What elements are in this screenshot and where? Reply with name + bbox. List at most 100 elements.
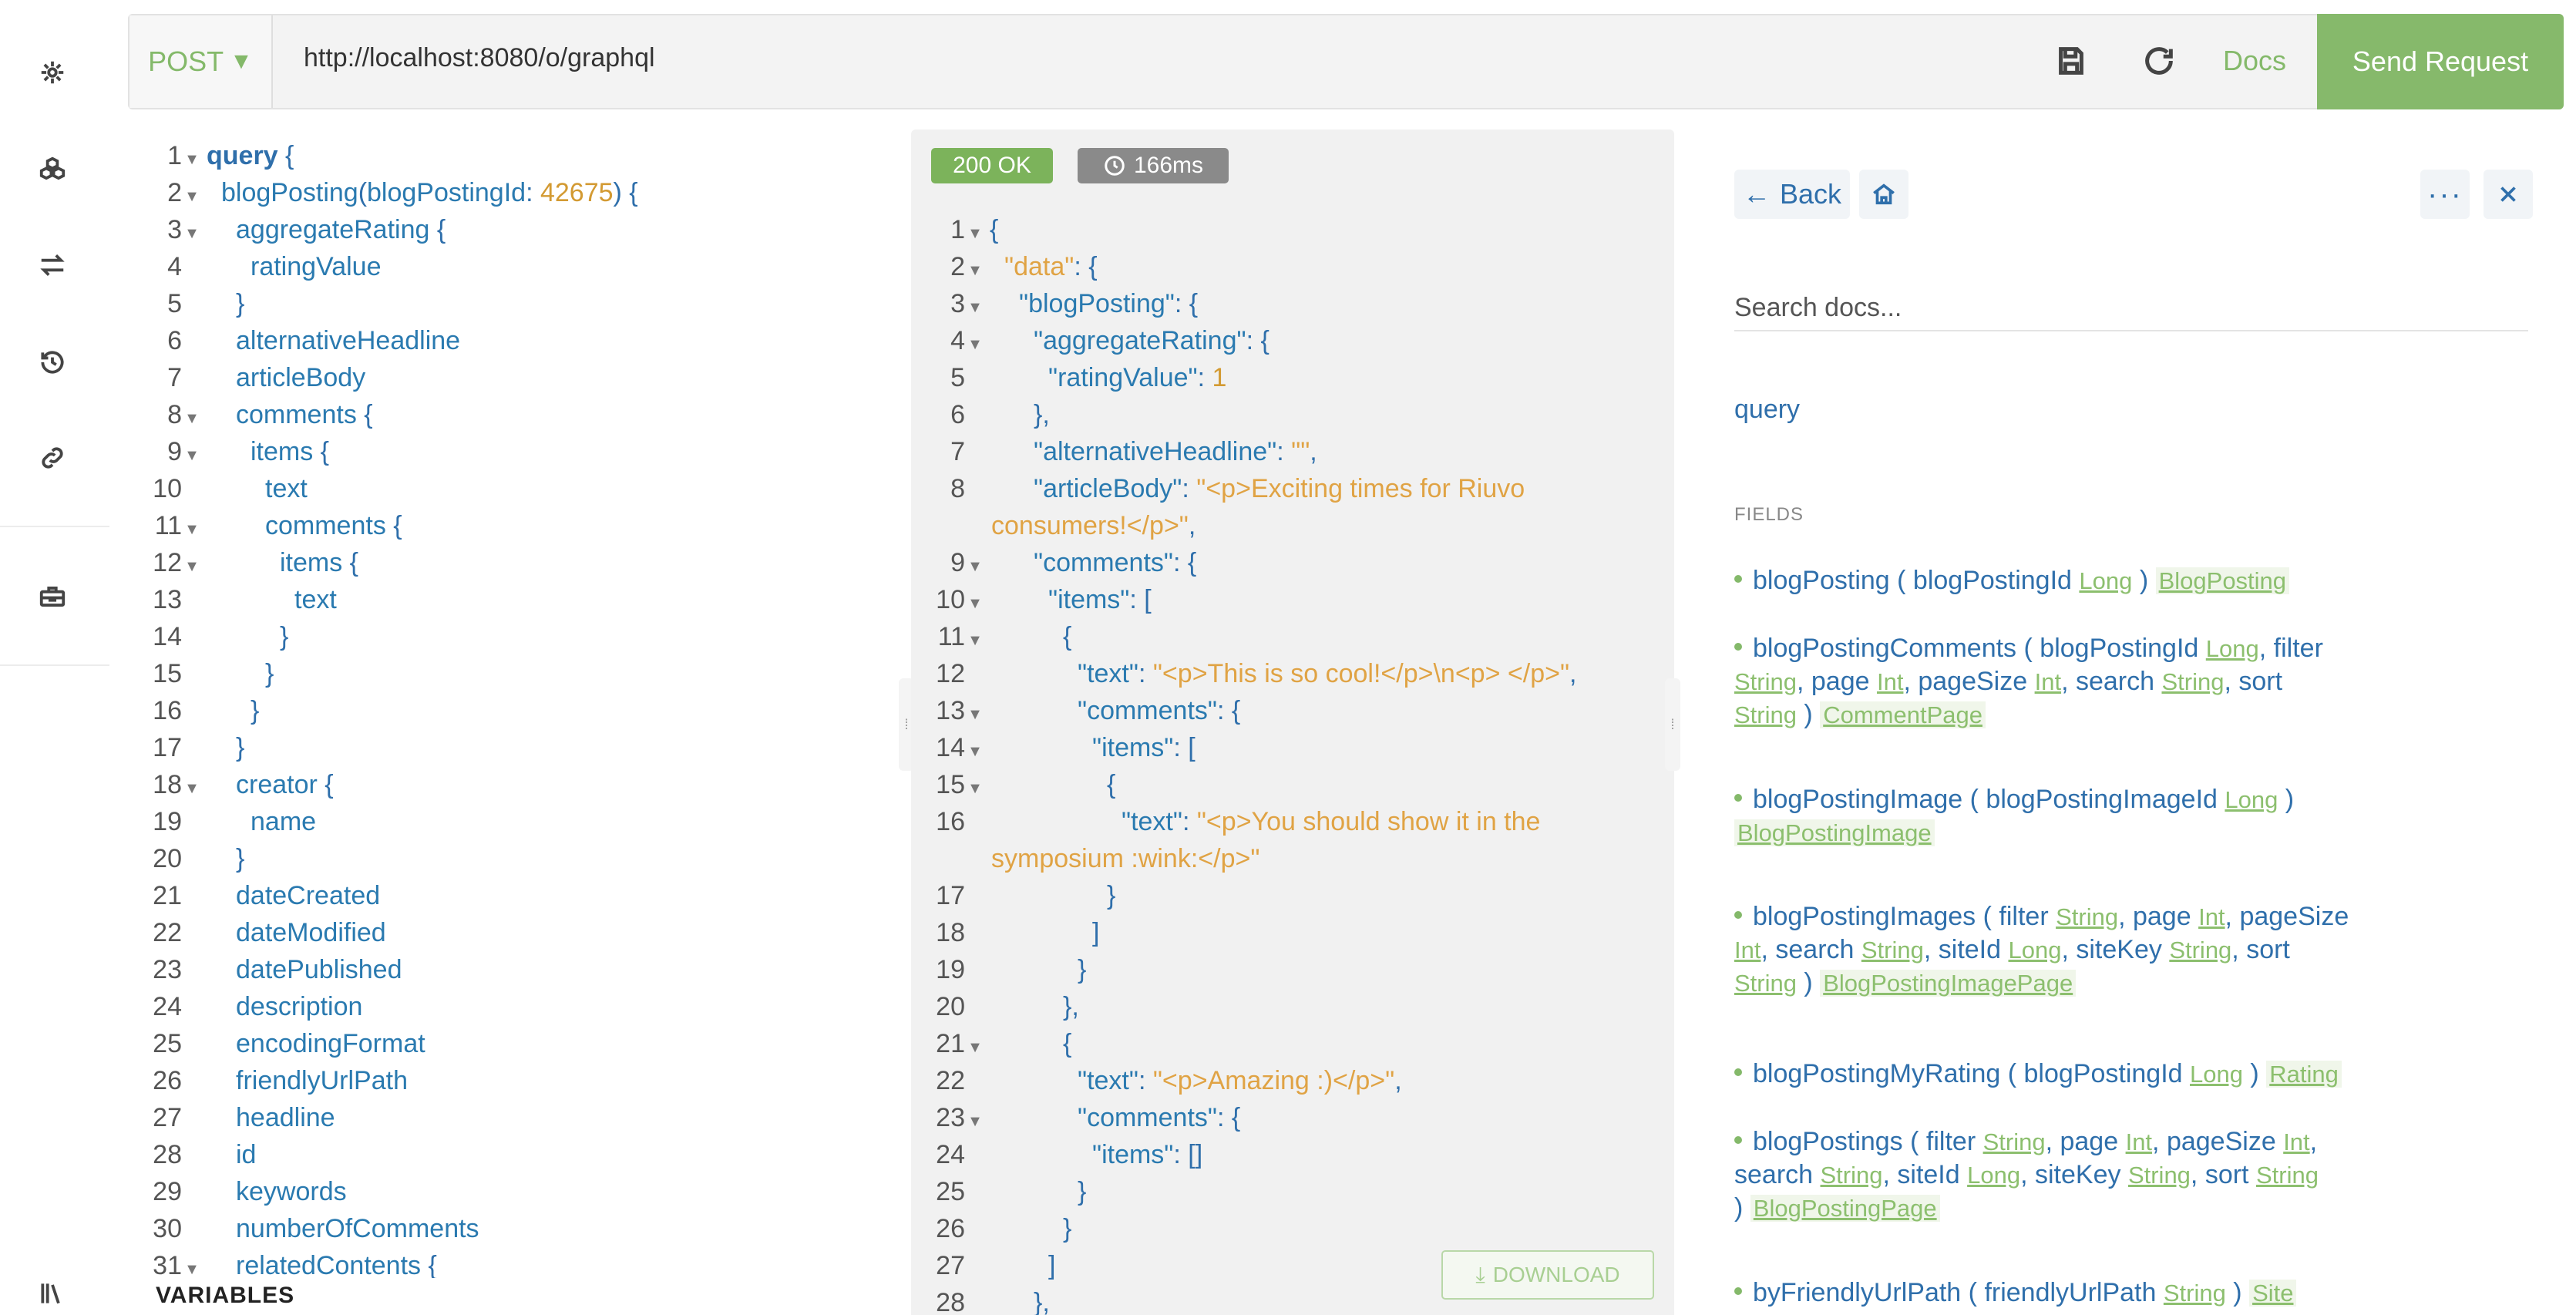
code-line[interactable]: consumers!</p>", [911, 507, 1674, 544]
code-line[interactable]: 14} [128, 618, 899, 655]
field-type[interactable]: String [2128, 1162, 2191, 1189]
field-name[interactable]: blogPostings [1753, 1127, 1903, 1156]
field-type[interactable]: String [1734, 701, 1797, 728]
code-line[interactable]: 20}, [911, 988, 1674, 1025]
home-button[interactable] [1859, 170, 1908, 219]
docs-field-item[interactable]: blogPostingImages ( filter String, page … [1734, 900, 2551, 1000]
fold-caret-icon[interactable]: ▼ [965, 585, 985, 622]
code-line[interactable]: 3 ▼ aggregateRating { [128, 211, 899, 248]
field-name[interactable]: blogPostingComments [1753, 634, 2016, 663]
field-type[interactable]: String [1734, 668, 1797, 695]
code-line[interactable]: 12 "text": "<p>This is so cool!</p>\n<p> … [911, 655, 1674, 692]
code-line[interactable]: 21 dateCreated [128, 877, 899, 914]
save-icon[interactable] [2053, 43, 2090, 80]
query-editor[interactable]: 1 ▼ query {2 ▼ blogPosting(blogPostingId: 42… [128, 137, 899, 1278]
code-line[interactable]: 6}, [911, 396, 1674, 433]
field-return-type[interactable]: Site [2249, 1280, 2297, 1307]
field-type[interactable]: Long [2206, 635, 2259, 662]
field-return-type[interactable]: BlogPostingImage [1734, 819, 1935, 846]
docs-breadcrumb-query[interactable]: query [1734, 395, 1800, 425]
code-line[interactable]: 26} [911, 1210, 1674, 1247]
field-type[interactable]: String [2169, 937, 2231, 964]
docs-field-item[interactable]: blogPostings ( filter String, page Int, … [1734, 1125, 2551, 1225]
code-line[interactable]: 12 ▼ items { [128, 544, 899, 581]
fold-caret-icon[interactable]: ▼ [965, 1103, 985, 1140]
fold-caret-icon[interactable]: ▼ [965, 770, 985, 807]
field-type[interactable]: Int [1877, 668, 1903, 695]
field-type[interactable]: Long [2190, 1061, 2243, 1088]
field-type[interactable]: String [1861, 937, 1924, 964]
code-line[interactable]: 16} [128, 692, 899, 729]
code-line[interactable]: 17} [911, 877, 1674, 914]
code-line[interactable]: 25 encodingFormat [128, 1025, 899, 1062]
fold-caret-icon[interactable]: ▼ [182, 141, 202, 178]
cubes-icon[interactable] [35, 153, 69, 187]
field-type[interactable]: String [2256, 1162, 2319, 1189]
fold-caret-icon[interactable]: ▼ [182, 511, 202, 548]
docs-field-item[interactable]: blogPostingImage ( blogPostingImageId Lo… [1734, 783, 2551, 849]
docs-field-item[interactable]: blogPostingComments ( blogPostingId Long… [1734, 632, 2551, 731]
code-line[interactable]: 23 ▼ "comments": { [911, 1099, 1674, 1136]
field-return-type[interactable]: BlogPostingPage [1750, 1195, 1940, 1222]
fold-caret-icon[interactable]: ▼ [965, 1029, 985, 1066]
code-line[interactable]: 5 "ratingValue": 1 [911, 359, 1674, 396]
code-line[interactable]: 1 ▼ query { [128, 137, 899, 174]
code-line[interactable]: 31 ▼ relatedContents { [128, 1247, 899, 1278]
code-line[interactable]: 10 text [128, 470, 899, 507]
code-line[interactable]: 18] [911, 914, 1674, 951]
field-type[interactable]: String [1821, 1162, 1883, 1189]
docs-field-item[interactable]: blogPostingMyRating ( blogPostingId Long… [1734, 1058, 2551, 1091]
code-line[interactable]: 13 text [128, 581, 899, 618]
result-viewer[interactable]: 1 ▼{2 ▼ "data": {3 ▼ "blogPosting": {4 ▼ "aggre… [911, 211, 1674, 1315]
field-name[interactable]: byFriendlyUrlPath [1753, 1278, 1961, 1307]
field-type[interactable]: String [1983, 1128, 2046, 1155]
code-line[interactable]: 26 friendlyUrlPath [128, 1062, 899, 1099]
code-line[interactable]: 15 ▼{ [911, 766, 1674, 803]
fold-caret-icon[interactable]: ▼ [965, 696, 985, 733]
close-docs-button[interactable] [2484, 170, 2533, 219]
more-options-button[interactable]: ··· [2420, 170, 2470, 219]
fold-caret-icon[interactable]: ▼ [965, 289, 985, 326]
field-type[interactable]: String [2161, 668, 2224, 695]
field-type[interactable]: Int [2283, 1128, 2309, 1155]
field-return-type[interactable]: BlogPostingImagePage [1820, 970, 2077, 997]
fold-caret-icon[interactable]: ▼ [182, 1251, 202, 1278]
field-return-type[interactable]: Rating [2266, 1061, 2342, 1088]
method-selector[interactable]: POST ▼ [129, 15, 273, 108]
fold-caret-icon[interactable]: ▼ [965, 733, 985, 770]
back-button[interactable]: ← Back [1734, 170, 1850, 219]
fold-caret-icon[interactable]: ▼ [965, 326, 985, 363]
library-icon[interactable] [35, 1276, 69, 1310]
code-line[interactable]: 11 ▼{ [911, 618, 1674, 655]
code-line[interactable]: 14 ▼ "items": [ [911, 729, 1674, 766]
code-line[interactable]: 9 ▼ "comments": { [911, 544, 1674, 581]
variables-section-label[interactable]: VARIABLES [156, 1283, 294, 1309]
field-type[interactable]: String [2056, 903, 2118, 930]
code-line[interactable]: 4 ▼ "aggregateRating": { [911, 322, 1674, 359]
fold-caret-icon[interactable]: ▼ [965, 548, 985, 585]
code-line[interactable]: 8 ▼ comments { [128, 396, 899, 433]
field-return-type[interactable]: CommentPage [1820, 701, 1986, 728]
right-drag-handle[interactable]: ⁞ [1665, 678, 1680, 771]
code-line[interactable]: 24 description [128, 988, 899, 1025]
code-line[interactable]: 7 articleBody [128, 359, 899, 396]
field-name[interactable]: blogPostingMyRating [1753, 1059, 2000, 1088]
code-line[interactable]: 21 ▼{ [911, 1025, 1674, 1062]
field-return-type[interactable]: BlogPosting [2155, 567, 2290, 594]
fold-caret-icon[interactable]: ▼ [965, 252, 985, 289]
field-type[interactable]: Long [2008, 937, 2061, 964]
code-line[interactable]: 9 ▼ items { [128, 433, 899, 470]
code-line[interactable]: 15} [128, 655, 899, 692]
code-line[interactable]: 5} [128, 285, 899, 322]
fold-caret-icon[interactable]: ▼ [965, 622, 985, 659]
code-line[interactable]: 20} [128, 840, 899, 877]
code-line[interactable]: 11 ▼ comments { [128, 507, 899, 544]
code-line[interactable]: 13 ▼ "comments": { [911, 692, 1674, 729]
download-button[interactable]: ⤓ DOWNLOAD [1441, 1250, 1654, 1300]
code-line[interactable]: 6 alternativeHeadline [128, 322, 899, 359]
link-icon[interactable] [35, 441, 69, 475]
send-request-button[interactable]: Send Request [2317, 14, 2564, 109]
url-input[interactable]: http://localhost:8080/o/graphql [304, 43, 655, 73]
arrows-exchange-icon[interactable] [35, 248, 69, 282]
code-line[interactable]: symposium :wink:</p>" [911, 840, 1674, 877]
